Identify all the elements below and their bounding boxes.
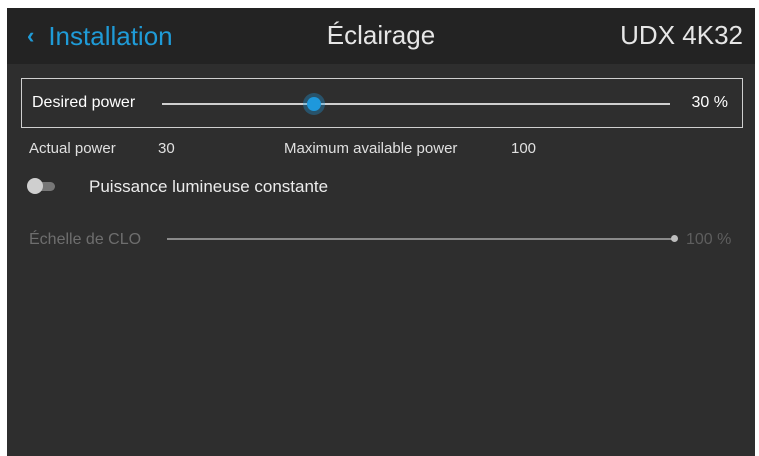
desired-power-slider-thumb[interactable] xyxy=(307,97,322,111)
actual-power-value: 30 xyxy=(158,140,175,157)
header-bar: ‹ Installation Éclairage UDX 4K32 xyxy=(7,8,755,64)
toggle-knob xyxy=(27,178,43,194)
constant-light-label: Puissance lumineuse constante xyxy=(89,177,329,196)
max-power-label: Maximum available power xyxy=(284,140,458,157)
desired-power-value: 30 % xyxy=(691,94,728,111)
constant-light-toggle[interactable] xyxy=(27,178,55,194)
clo-scale-label: Échelle de CLO xyxy=(29,231,142,248)
desired-power-row[interactable]: Desired power 30 % xyxy=(21,78,743,128)
max-power-value: 100 xyxy=(511,140,537,157)
desired-power-slider-track[interactable] xyxy=(162,103,670,105)
model-name: UDX 4K32 xyxy=(620,20,743,50)
desired-power-label: Desired power xyxy=(32,94,136,111)
clo-scale-value: 100 % xyxy=(686,231,732,248)
clo-scale-slider-track xyxy=(167,238,675,240)
lighting-screen: ‹ Installation Éclairage UDX 4K32 Desire… xyxy=(7,8,755,456)
clo-scale-slider-thumb xyxy=(671,235,678,242)
actual-power-label: Actual power xyxy=(29,140,116,157)
